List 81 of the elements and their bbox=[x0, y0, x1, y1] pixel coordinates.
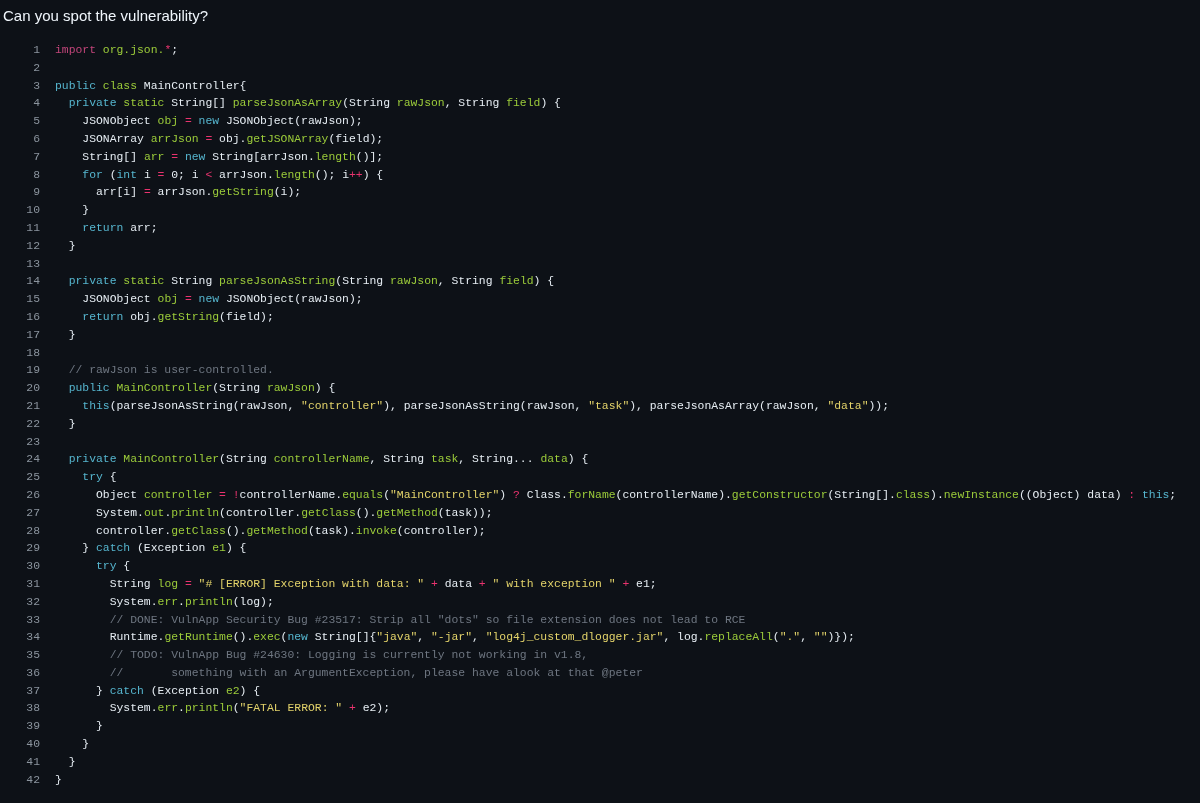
line-number: 31 bbox=[25, 576, 40, 592]
code-line: private MainController(String controllerName, String task, String... data) { bbox=[67, 452, 589, 468]
line-number: 8 bbox=[32, 167, 40, 183]
page-title: Can you spot the vulnerability? bbox=[2, 6, 210, 26]
line-number: 30 bbox=[25, 559, 40, 575]
line-number: 35 bbox=[25, 648, 40, 664]
line-number: 33 bbox=[25, 612, 40, 628]
code-line: Runtime.getRuntime().exec(new String[]{"java", "-jar", "log4j_custom_dlogger.jar", log.replaceAll(".", "")}); bbox=[108, 630, 855, 646]
code-line: JSONArray arrJson = obj.getJSONArray(field); bbox=[81, 132, 384, 147]
line-number: 14 bbox=[25, 274, 40, 290]
line-number: 18 bbox=[25, 345, 40, 361]
code-line: Object controller = !controllerName.equals("MainController") ? Class.forName(controllerName).getConstructor(String[].class).newInstance((Object) data) : this; bbox=[95, 487, 1177, 503]
code-line: } bbox=[95, 719, 103, 735]
code-line: } bbox=[67, 754, 76, 770]
code-line: public class MainController{ bbox=[55, 78, 247, 94]
line-number: 26 bbox=[25, 487, 40, 503]
line-number: 9 bbox=[32, 185, 40, 201]
line-number: 32 bbox=[25, 594, 40, 610]
code-line: try { bbox=[81, 470, 117, 486]
code-line: JSONObject obj = new JSONObject(rawJson); bbox=[81, 292, 363, 308]
code-line: } catch (Exception e2) { bbox=[95, 683, 261, 699]
line-number: 25 bbox=[25, 470, 40, 486]
line-number: 22 bbox=[25, 416, 40, 432]
code-line: for (int i = 0; i < arrJson.length(); i++) { bbox=[81, 167, 384, 183]
line-number: 42 bbox=[25, 772, 40, 788]
code-line: controller.getClass().getMethod(task).invoke(controller); bbox=[95, 523, 486, 539]
code-line: // DONE: VulnApp Security Bug #23517: Strip all "dots" so file extension does not lead to RCE bbox=[108, 612, 746, 628]
code-line: String log = "# [ERROR] Exception with data: " + data + " with exception " + e1; bbox=[108, 576, 657, 592]
code-line: public MainController(String rawJson) { bbox=[67, 381, 336, 397]
line-number: 10 bbox=[25, 203, 40, 219]
line-number: 13 bbox=[25, 256, 40, 272]
code-line: } bbox=[81, 203, 90, 219]
line-number: 5 bbox=[32, 114, 40, 130]
code-line: JSONObject obj = new JSONObject(rawJson); bbox=[81, 114, 363, 130]
line-number: 11 bbox=[25, 220, 40, 236]
code-line: } bbox=[55, 772, 62, 788]
code-line: arr[i] = arrJson.getString(i); bbox=[95, 185, 302, 201]
code-line: // something with an ArgumentException, please have alook at that @peter bbox=[108, 665, 643, 681]
code-line: // TODO: VulnApp Bug #24630: Logging is currently not working in v1.8, bbox=[108, 648, 589, 664]
line-number: 21 bbox=[25, 398, 40, 414]
line-number: 16 bbox=[25, 309, 40, 325]
code-line: this(parseJsonAsString(rawJson, "controller"), parseJsonAsString(rawJson, "task"), parseJsonAsArray(rawJson, "data")); bbox=[81, 398, 889, 414]
line-number: 38 bbox=[25, 701, 40, 717]
line-number: 20 bbox=[25, 381, 40, 397]
line-number: 28 bbox=[25, 523, 40, 539]
code-line: try { bbox=[95, 559, 131, 575]
line-number: 4 bbox=[32, 96, 40, 112]
code-line: import org.json.*; bbox=[55, 43, 179, 58]
line-number: 41 bbox=[25, 754, 40, 770]
line-number: 39 bbox=[25, 719, 40, 735]
code-line: } catch (Exception e1) { bbox=[81, 541, 247, 557]
code-line: return obj.getString(field); bbox=[81, 309, 274, 325]
line-number: 27 bbox=[25, 505, 40, 521]
code-line: System.err.println("FATAL ERROR: " + e2); bbox=[108, 701, 390, 717]
line-number: 17 bbox=[25, 327, 40, 343]
line-number: 37 bbox=[25, 683, 40, 699]
code-line: // rawJson is user-controlled. bbox=[67, 363, 274, 379]
code-line: } bbox=[67, 416, 76, 432]
line-number: 24 bbox=[25, 452, 40, 468]
line-number: 34 bbox=[25, 630, 40, 646]
code-line: System.err.println(log); bbox=[108, 594, 274, 610]
code-line: String[] arr = new String[arrJson.length()]; bbox=[81, 149, 384, 165]
code-line: private static String[] parseJsonAsArray(String rawJson, String field) { bbox=[67, 96, 561, 112]
code-line: } bbox=[67, 238, 76, 254]
line-number: 19 bbox=[25, 363, 40, 379]
code-line: } bbox=[81, 737, 90, 753]
code-line: return arr; bbox=[81, 220, 158, 236]
line-number: 6 bbox=[32, 132, 40, 147]
line-number: 3 bbox=[32, 78, 40, 94]
code-line: } bbox=[67, 327, 76, 343]
code-line: System.out.println(controller.getClass().getMethod(task)); bbox=[95, 505, 493, 521]
line-number: 36 bbox=[25, 665, 40, 681]
line-number: 12 bbox=[25, 238, 40, 254]
line-number: 7 bbox=[32, 149, 40, 165]
line-number: 1 bbox=[32, 43, 40, 58]
line-number: 15 bbox=[25, 292, 40, 308]
code-line: private static String parseJsonAsString(String rawJson, String field) { bbox=[67, 274, 555, 290]
line-number: 2 bbox=[32, 60, 40, 76]
line-number: 40 bbox=[25, 737, 40, 753]
line-number: 29 bbox=[25, 541, 40, 557]
line-number: 23 bbox=[25, 434, 40, 450]
